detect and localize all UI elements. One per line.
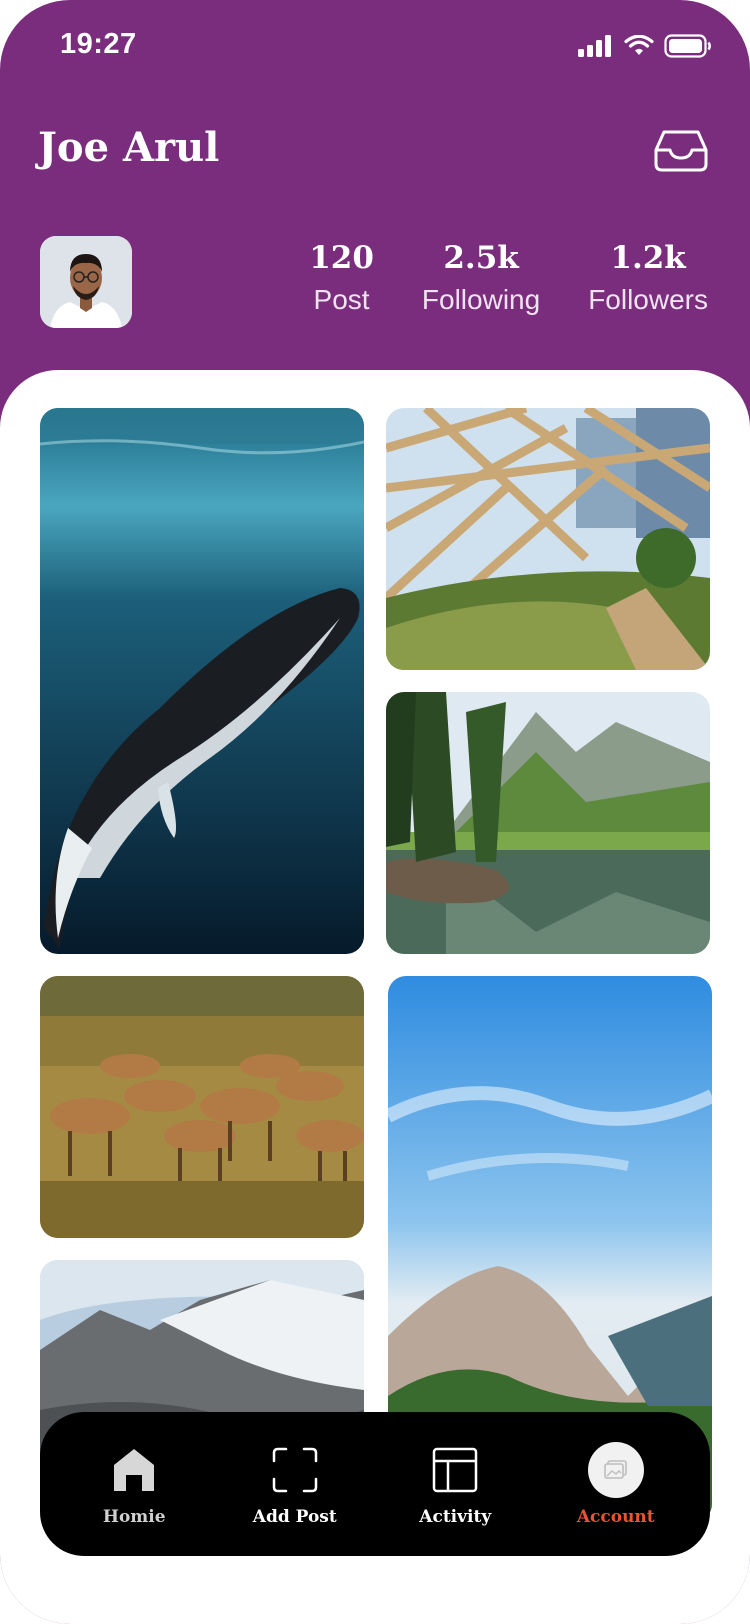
stat-value: 2.5k bbox=[443, 240, 519, 276]
tab-label: Add Post bbox=[252, 1507, 337, 1527]
status-bar: 19:27 bbox=[0, 0, 750, 92]
stat-following[interactable]: 2.5k Following bbox=[422, 238, 540, 320]
scan-frame-icon bbox=[272, 1447, 317, 1493]
inbox-button[interactable] bbox=[654, 128, 708, 172]
whale-image bbox=[40, 408, 364, 954]
guanaco-image bbox=[40, 976, 364, 1238]
tab-add-post[interactable]: Add Post bbox=[225, 1441, 365, 1527]
alpine-lake-image bbox=[386, 692, 710, 954]
avatar-portrait bbox=[40, 236, 132, 328]
tab-label: Activity bbox=[419, 1507, 492, 1527]
tab-label: Account bbox=[576, 1507, 655, 1527]
tab-account[interactable]: Account bbox=[546, 1441, 686, 1527]
bottom-tab-bar: Homie Add Post Activity Account bbox=[40, 1412, 710, 1556]
stat-value: 1.2k bbox=[610, 240, 686, 276]
stat-label: Following bbox=[421, 284, 541, 315]
status-time: 19:27 bbox=[60, 28, 137, 60]
account-photo-icon bbox=[603, 1460, 627, 1479]
stat-label: Followers bbox=[588, 284, 708, 315]
stat-followers[interactable]: 1.2k Followers bbox=[588, 238, 708, 320]
status-icons bbox=[578, 34, 712, 58]
gallery-photo-whale[interactable] bbox=[40, 408, 364, 954]
wifi-icon bbox=[624, 35, 654, 55]
inbox-icon bbox=[654, 130, 708, 172]
avatar[interactable] bbox=[40, 236, 132, 328]
gallery-photo-alpine-lake[interactable] bbox=[386, 692, 710, 954]
stat-label: Post bbox=[313, 284, 370, 315]
gallery-photo-guanacos[interactable] bbox=[40, 976, 364, 1238]
greenhouse-image bbox=[386, 408, 710, 670]
battery-icon bbox=[664, 34, 711, 58]
account-avatar-circle bbox=[587, 1442, 644, 1498]
tab-label: Homie bbox=[102, 1507, 166, 1527]
signal-icon bbox=[578, 35, 611, 57]
layout-icon bbox=[433, 1447, 478, 1493]
tab-activity[interactable]: Activity bbox=[385, 1441, 525, 1527]
profile-stats: 120 Post 2.5k Following 1.2k Followers bbox=[309, 238, 708, 320]
stat-value: 120 bbox=[309, 240, 374, 276]
stat-posts[interactable]: 120 Post bbox=[309, 238, 374, 320]
tab-home[interactable]: Homie bbox=[64, 1441, 204, 1527]
profile-screen: 19:27 Joe Arul 120 Post 2.5k Following 1… bbox=[0, 0, 750, 1624]
home-icon bbox=[114, 1449, 155, 1491]
profile-name: Joe Arul bbox=[38, 124, 220, 171]
gallery-photo-greenhouse[interactable] bbox=[386, 408, 710, 670]
